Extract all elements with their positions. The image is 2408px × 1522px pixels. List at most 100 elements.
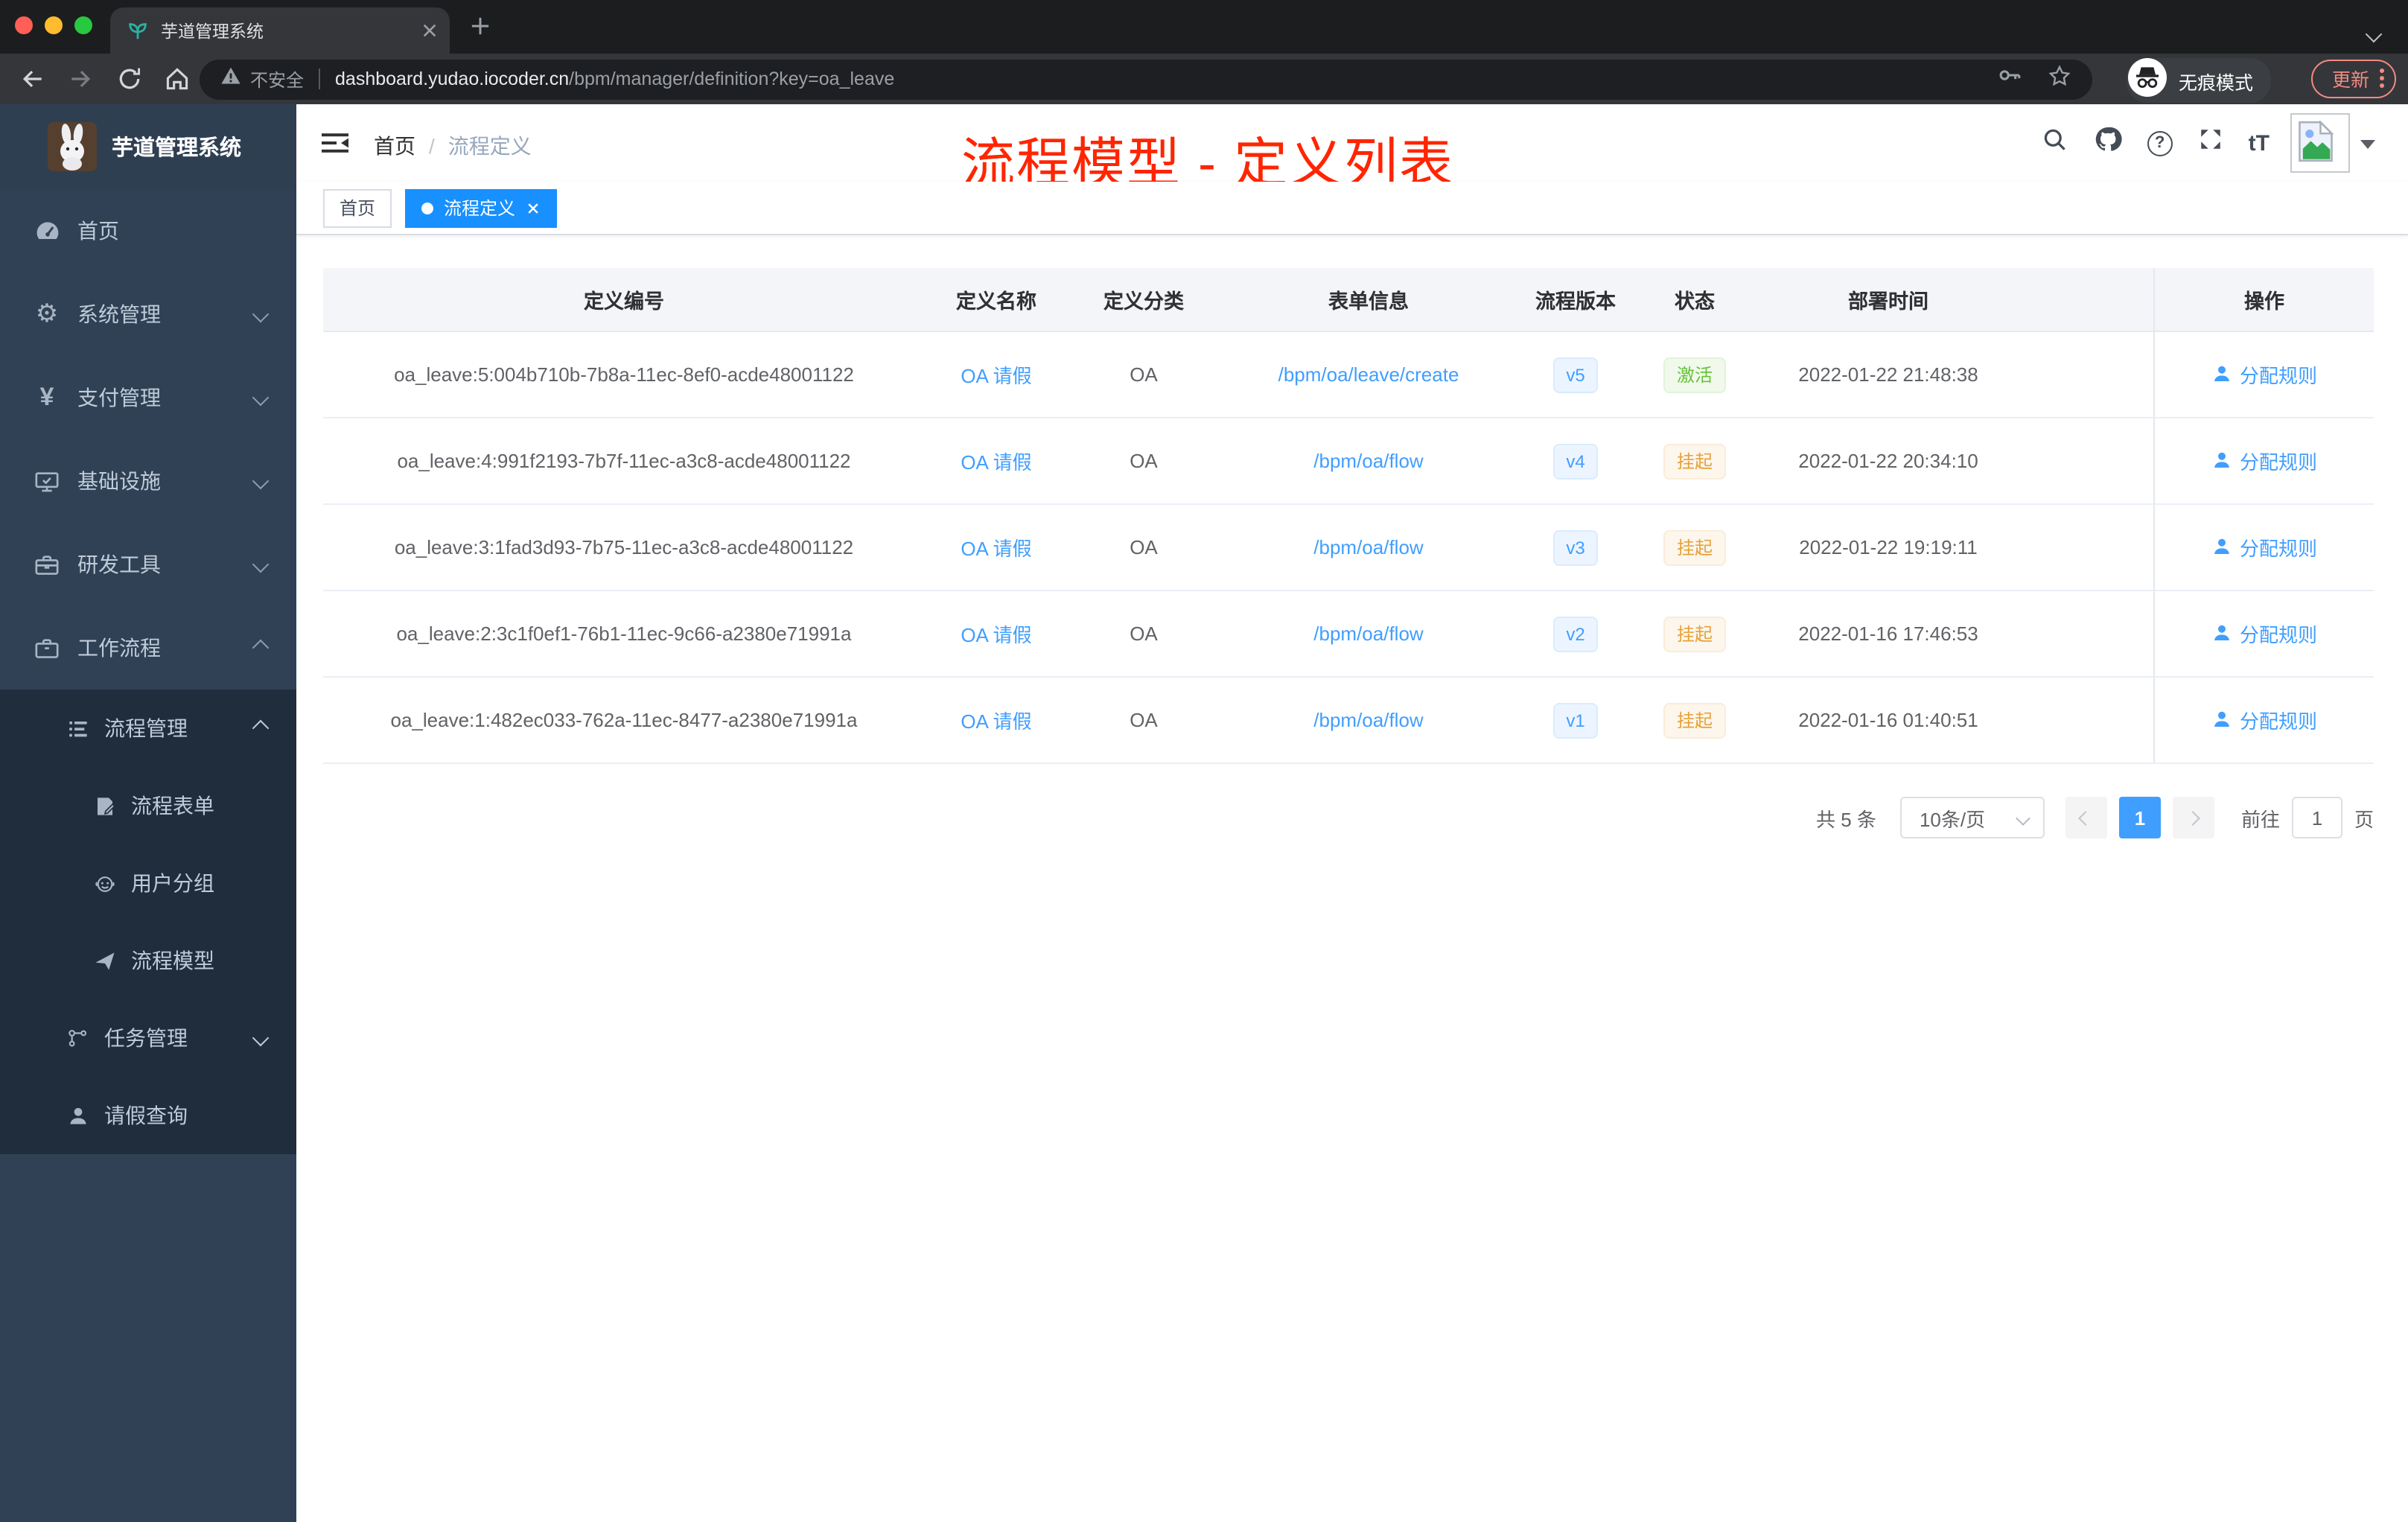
person-icon — [2214, 453, 2229, 468]
sidebar: 芋道管理系统 首页 ⚙ 系统管理 ¥ 支付管理 基础设施 研发工具 工作流程 流… — [0, 104, 296, 1522]
refresh-icon[interactable] — [116, 66, 143, 100]
sidebar-item-system[interactable]: ⚙ 系统管理 — [0, 273, 296, 356]
col-filler — [2021, 268, 2153, 332]
definition-name-link[interactable]: OA 请假 — [961, 365, 1031, 387]
window-controls — [15, 16, 92, 34]
assign-rule-button[interactable]: 分配规则 — [2211, 360, 2317, 389]
person-icon — [2214, 712, 2229, 727]
assign-rule-button[interactable]: 分配规则 — [2211, 447, 2317, 475]
github-icon[interactable] — [2094, 125, 2122, 161]
sidebar-item-infrastructure[interactable]: 基础设施 — [0, 439, 296, 523]
status-badge: 挂起 — [1663, 702, 1726, 738]
prev-page-button[interactable] — [2065, 797, 2107, 838]
workflow-submenu: 流程管理 流程表单 用户分组 流程模型 任务管理 请假查询 — [0, 690, 296, 1154]
sidebar-item-task-management[interactable]: 任务管理 — [0, 999, 296, 1077]
form-link[interactable]: /bpm/oa/flow — [1313, 623, 1423, 645]
deploy-time: 2022-01-16 17:46:53 — [1756, 591, 2021, 678]
breadcrumb-home[interactable]: 首页 — [374, 131, 415, 161]
tab-close-icon[interactable] — [421, 22, 438, 39]
definition-id: oa_leave:1:482ec033-762a-11ec-8477-a2380… — [323, 678, 925, 764]
definition-name-link[interactable]: OA 请假 — [961, 451, 1031, 474]
next-page-button[interactable] — [2172, 797, 2214, 838]
incognito-icon — [2127, 57, 2167, 104]
definition-name-link[interactable]: OA 请假 — [961, 624, 1031, 646]
sidebar-item-workflow[interactable]: 工作流程 — [0, 606, 296, 690]
tag-home[interactable]: 首页 — [323, 188, 392, 227]
definition-name-link[interactable]: OA 请假 — [961, 538, 1031, 560]
url-host: dashboard.yudao.iocoder.cn — [335, 69, 570, 89]
sidebar-item-devtools[interactable]: 研发工具 — [0, 523, 296, 606]
tag-process-definition[interactable]: 流程定义 — [405, 188, 558, 227]
window-close-button[interactable] — [15, 16, 33, 34]
help-icon[interactable]: ? — [2147, 130, 2173, 156]
app-title: 芋道管理系统 — [112, 137, 241, 161]
security-warning-icon[interactable] — [220, 65, 241, 93]
assign-rule-button[interactable]: 分配规则 — [2211, 706, 2317, 734]
sidebar-item-user-group[interactable]: 用户分组 — [0, 844, 296, 922]
definition-name-link[interactable]: OA 请假 — [961, 710, 1031, 733]
password-key-icon[interactable] — [1997, 63, 2022, 95]
tags-view: 首页 流程定义 — [296, 182, 2408, 235]
sidebar-collapse-icon[interactable] — [320, 128, 350, 165]
window-zoom-button[interactable] — [74, 16, 92, 34]
home-icon[interactable] — [164, 66, 191, 100]
favicon — [127, 19, 149, 42]
status-badge: 激活 — [1663, 357, 1726, 392]
sidebar-item-payment[interactable]: ¥ 支付管理 — [0, 356, 296, 439]
table-row: oa_leave:5:004b710b-7b8a-11ec-8ef0-acde4… — [323, 332, 2374, 418]
fullscreen-icon[interactable] — [2198, 127, 2223, 159]
search-icon[interactable] — [2042, 126, 2068, 160]
definition-id: oa_leave:2:3c1f0ef1-76b1-11ec-9c66-a2380… — [323, 591, 925, 678]
sidebar-item-process-management[interactable]: 流程管理 — [0, 690, 296, 767]
sidebar-item-process-form[interactable]: 流程表单 — [0, 767, 296, 844]
deploy-time: 2022-01-22 19:19:11 — [1756, 505, 2021, 591]
breadcrumb: 首页 / 流程定义 — [374, 131, 532, 161]
tab-search-chevron-icon[interactable] — [2365, 21, 2383, 48]
logo-area: 芋道管理系统 — [0, 104, 296, 189]
form-link[interactable]: /bpm/oa/flow — [1313, 709, 1423, 731]
security-label: 不安全 — [250, 69, 305, 90]
new-tab-button[interactable] — [471, 16, 490, 36]
definition-id: oa_leave:5:004b710b-7b8a-11ec-8ef0-acde4… — [323, 332, 925, 418]
browser-addressbar: 不安全 dashboard.yudao.iocoder.cn/bpm/manag… — [0, 54, 2408, 104]
sidebar-item-leave-query[interactable]: 请假查询 — [0, 1077, 296, 1154]
definition-category: OA — [1068, 678, 1220, 764]
window-minimize-button[interactable] — [45, 16, 63, 34]
page-number-button[interactable]: 1 — [2118, 797, 2161, 838]
form-link[interactable]: /bpm/oa/flow — [1313, 536, 1423, 558]
incognito-badge: 无痕模式 — [2126, 57, 2271, 104]
filler-cell — [2021, 418, 2153, 505]
browser-update-button[interactable]: 更新 — [2310, 59, 2396, 98]
definition-category: OA — [1068, 505, 1220, 591]
active-dot-icon — [421, 202, 434, 214]
address-input[interactable]: 不安全 dashboard.yudao.iocoder.cn/bpm/manag… — [200, 59, 2092, 99]
tag-close-icon[interactable] — [526, 200, 541, 215]
chevron-down-icon — [252, 1029, 270, 1047]
list-icon — [66, 717, 89, 739]
filler-cell — [2021, 591, 2153, 678]
chevron-down-icon — [2016, 811, 2030, 826]
user-avatar[interactable] — [2290, 113, 2350, 173]
browser-menu-icon[interactable] — [2380, 69, 2384, 88]
assign-rule-button[interactable]: 分配规则 — [2211, 533, 2317, 561]
font-size-icon[interactable]: tT — [2249, 130, 2270, 156]
back-icon[interactable] — [19, 66, 46, 100]
form-link[interactable]: /bpm/oa/flow — [1313, 450, 1423, 472]
assign-rule-button[interactable]: 分配规则 — [2211, 620, 2317, 648]
page-size-select[interactable]: 10条/页 — [1899, 797, 2045, 838]
version-badge: v5 — [1552, 357, 1599, 392]
sidebar-item-home[interactable]: 首页 — [0, 189, 296, 273]
breadcrumb-current: 流程定义 — [447, 134, 532, 158]
status-badge: 挂起 — [1663, 529, 1726, 565]
browser-tab[interactable]: 芋道管理系统 — [110, 7, 450, 54]
goto-page-input[interactable] — [2291, 797, 2342, 838]
deploy-time: 2022-01-22 21:48:38 — [1756, 332, 2021, 418]
bookmark-star-icon[interactable] — [2048, 63, 2071, 95]
paper-plane-icon — [92, 949, 116, 972]
form-link[interactable]: /bpm/oa/leave/create — [1278, 363, 1459, 386]
forward-icon[interactable] — [67, 66, 94, 100]
gear-icon: ⚙ — [35, 299, 59, 328]
filler-cell — [2021, 678, 2153, 764]
avatar-caret-icon[interactable] — [2360, 140, 2375, 149]
sidebar-item-process-model[interactable]: 流程模型 — [0, 922, 296, 999]
